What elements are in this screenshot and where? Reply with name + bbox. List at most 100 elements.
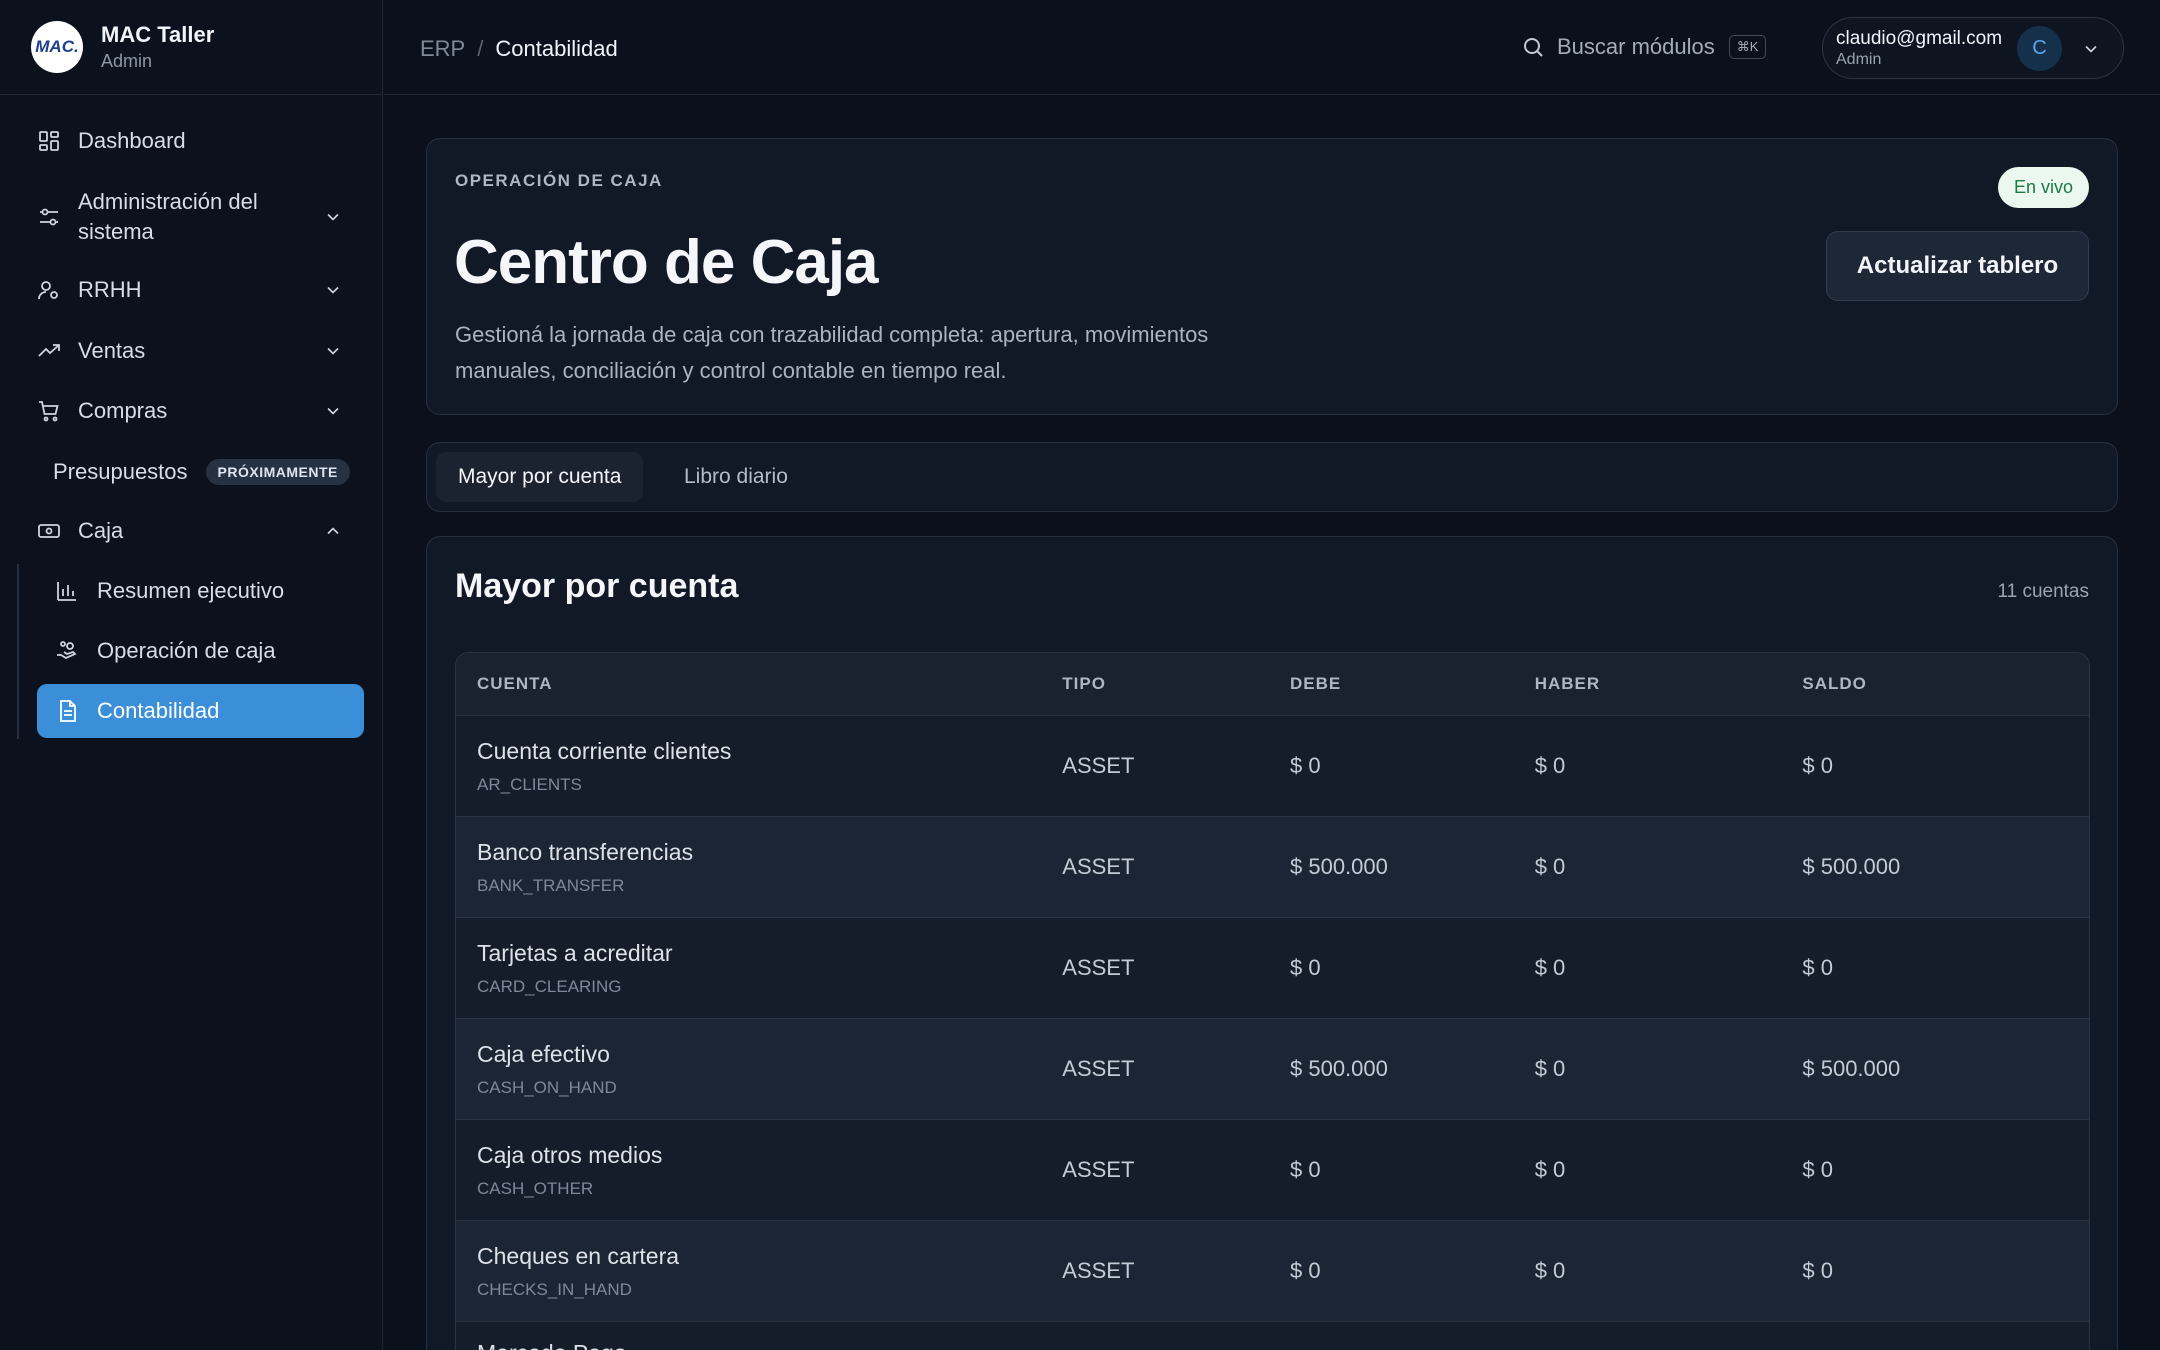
credit-value: $ 0	[1534, 955, 1566, 980]
sidebar-item-label: Contabilidad	[97, 698, 220, 723]
account-code: CARD_CLEARING	[477, 976, 622, 996]
trend-icon	[38, 344, 60, 357]
sidebar-item-contabilidad[interactable]: Contabilidad	[37, 684, 364, 738]
debit-value: $ 0	[1290, 955, 1321, 980]
debit-value: $ 500.000	[1290, 854, 1388, 879]
column-header-saldo: SALDO	[1802, 674, 1867, 693]
search-icon	[1524, 38, 1543, 57]
sidebar-item-operacion-de-caja[interactable]: Operación de caja	[37, 624, 364, 678]
sidebar-item-label: Ventas	[78, 338, 146, 363]
breadcrumb-separator: /	[477, 36, 484, 61]
account-type: ASSET	[1062, 1258, 1135, 1283]
account-name: Caja efectivo	[477, 1040, 610, 1067]
credit-value: $ 0	[1534, 1056, 1566, 1081]
balance-value: $ 0	[1802, 753, 1833, 778]
breadcrumb-current: Contabilidad	[495, 36, 618, 61]
avatar: C	[2017, 26, 2062, 71]
table-row[interactable]: Cuenta corriente clientes AR_CLIENTS ASSE…	[456, 716, 2089, 817]
account-code: AR_CLIENTS	[477, 774, 582, 794]
balance-value: $ 0	[1802, 1258, 1833, 1283]
account-name: Cheques en cartera	[477, 1242, 680, 1269]
debit-value: $ 0	[1290, 1157, 1321, 1182]
tab-libro-diario[interactable]: Libro diario	[662, 452, 810, 502]
sidebar-item-label: Dashboard	[78, 128, 186, 153]
sidebar-item-rrhh[interactable]: RRHH	[37, 277, 353, 303]
brand[interactable]: MAC. MAC Taller Admin	[0, 0, 382, 95]
table-header: CUENTA TIPO DEBE HABER SALDO	[456, 653, 2089, 716]
sidebar-item-ventas[interactable]: Ventas	[37, 338, 353, 364]
sidebar-item-presupuestos[interactable]: Presupuestos PRÓXIMAMENTE	[53, 457, 369, 487]
bar-chart-icon	[57, 582, 76, 601]
sidebar-item-resumen-ejecutivo[interactable]: Resumen ejecutivo	[37, 564, 364, 618]
sidebar-item-dashboard[interactable]: Dashboard	[37, 128, 353, 154]
sidebar-item-label: Administración del sistema	[78, 189, 258, 244]
account-name: Tarjetas a acreditar	[477, 939, 673, 966]
ledger-card: Mayor por cuenta 11 cuentas CUENTA TIPO …	[426, 536, 2118, 1350]
account-count: 11 cuentas	[1997, 581, 2089, 602]
breadcrumb: ERP / Contabilidad	[420, 36, 618, 62]
ledger-table: CUENTA TIPO DEBE HABER SALDO Cuenta corr…	[455, 652, 2090, 1350]
table-row[interactable]: Tarjetas a acreditar CARD_CLEARING ASSET …	[456, 918, 2089, 1019]
balance-value: $ 0	[1802, 1157, 1833, 1182]
sidebar-item-compras[interactable]: Compras	[37, 398, 353, 424]
sidebar: MAC. MAC Taller Admin Dashboard Administ…	[0, 0, 383, 1350]
refresh-dashboard-button[interactable]: Actualizar tablero	[1826, 231, 2089, 301]
account-code: BANK_TRANSFER	[477, 875, 625, 895]
chevron-up-icon	[327, 527, 339, 535]
account-name: Cuenta corriente clientes	[477, 737, 732, 764]
credit-value: $ 0	[1534, 1258, 1566, 1283]
balance-value: $ 500.000	[1802, 1056, 1901, 1081]
hero-eyebrow: OPERACIÓN DE CAJA	[455, 171, 663, 190]
user-menu[interactable]: claudio@gmail.com Admin C	[1822, 17, 2124, 79]
sidebar-item-caja[interactable]: Caja	[37, 518, 353, 544]
debit-value: $ 0	[1290, 753, 1321, 778]
column-header-tipo: TIPO	[1062, 674, 1106, 693]
credit-value: $ 0	[1534, 753, 1566, 778]
document-icon	[60, 700, 76, 722]
tab-bar: Mayor por cuenta Libro diario	[426, 442, 2118, 512]
sidebar-item-label: Caja	[78, 518, 124, 543]
brand-name: MAC Taller	[101, 22, 215, 47]
account-type: ASSET	[1062, 1157, 1135, 1182]
account-type: ASSET	[1062, 1056, 1135, 1081]
breadcrumb-root[interactable]: ERP	[420, 36, 465, 61]
balance-value: $ 500.000	[1802, 854, 1901, 879]
column-header-haber: HABER	[1534, 674, 1601, 693]
sidebar-item-label: Operación de caja	[97, 638, 276, 663]
sidebar-item-label: Resumen ejecutivo	[97, 578, 285, 603]
live-status-badge: En vivo	[1997, 167, 2089, 208]
hand-coins-icon	[57, 641, 77, 660]
sidebar-item-label: Presupuestos	[53, 459, 188, 484]
balance-value: $ 0	[1802, 955, 1833, 980]
account-type: ASSET	[1062, 753, 1135, 778]
account-name: Banco transferencias	[477, 838, 694, 865]
account-type: ASSET	[1062, 955, 1135, 980]
chevron-down-icon	[327, 407, 339, 415]
chevron-down-icon	[327, 286, 339, 294]
table-row[interactable]: Caja efectivo CASH_ON_HAND ASSET $ 500.00…	[456, 1019, 2089, 1120]
sidebar-item-admin[interactable]: Administración del sistema	[37, 186, 353, 248]
cash-icon	[38, 524, 60, 538]
user-email: claudio@gmail.com	[1836, 28, 2003, 49]
sidebar-item-label: Compras	[78, 398, 168, 423]
column-header-debe: DEBE	[1290, 674, 1342, 693]
sidebar-item-label: RRHH	[78, 277, 142, 302]
hero-description: Gestioná la jornada de caja con trazabil…	[455, 322, 1209, 383]
chevron-down-icon	[327, 213, 339, 221]
debit-value: $ 500.000	[1290, 1056, 1388, 1081]
chevron-down-icon	[2085, 45, 2097, 53]
account-name: Caja otros medios	[477, 1141, 663, 1168]
search-trigger[interactable]: Buscar módulos ⌘K	[1521, 34, 1767, 60]
account-type: ASSET	[1062, 854, 1135, 879]
debit-value: $ 0	[1290, 1258, 1321, 1283]
tab-mayor-por-cuenta[interactable]: Mayor por cuenta	[436, 452, 644, 502]
topbar: ERP / Contabilidad Buscar módulos ⌘K claud…	[384, 0, 2160, 95]
search-label: Buscar módulos	[1557, 34, 1715, 59]
page-title: Centro de Caja	[454, 228, 879, 297]
search-shortcut: ⌘K	[1728, 35, 1767, 59]
table-row[interactable]: Banco transferencias BANK_TRANSFER ASSET …	[456, 817, 2089, 918]
table-row[interactable]: Cheques en cartera CHECKS_IN_HAND ASSET $…	[456, 1221, 2089, 1322]
table-row[interactable]: Mercado Pago	[456, 1322, 2089, 1350]
table-row[interactable]: Caja otros medios CASH_OTHER ASSET $ 0 $ …	[456, 1120, 2089, 1221]
ledger-title: Mayor por cuenta	[455, 567, 739, 605]
